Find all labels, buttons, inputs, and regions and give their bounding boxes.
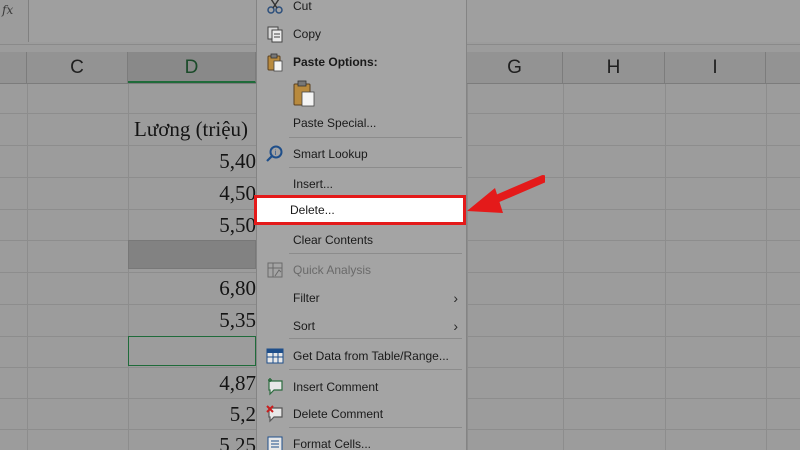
copy-icon (265, 24, 285, 44)
menu-item-cut[interactable]: Cut (257, 0, 466, 19)
menu-item-label: Sort (293, 319, 316, 333)
filled-gray-cell[interactable] (128, 240, 256, 269)
menu-item-insert[interactable]: Insert... (257, 171, 466, 197)
cell-d-value[interactable]: 5,2 (128, 399, 256, 429)
cell-d-value[interactable]: 5,50 (128, 210, 256, 240)
menu-item-label: Copy (293, 27, 322, 41)
cell-d-value[interactable]: 6,80 (128, 273, 256, 303)
menu-item-smart-lookup[interactable]: i Smart Lookup (257, 141, 466, 167)
menu-separator (289, 167, 462, 168)
grid-line (665, 84, 666, 450)
column-header-c[interactable]: C (27, 52, 128, 83)
column-header-j[interactable] (766, 52, 800, 83)
format-cells-icon (265, 434, 285, 450)
select-all-corner[interactable] (0, 52, 27, 83)
grid-line (467, 84, 468, 450)
cell-d-value[interactable]: 5,25 (128, 430, 256, 450)
paste-button[interactable] (289, 79, 319, 109)
quick-analysis-icon (265, 260, 285, 280)
menu-item-insert-comment[interactable]: Insert Comment (257, 374, 466, 400)
menu-separator (289, 137, 462, 138)
column-header-g[interactable]: G (467, 52, 563, 83)
menu-separator (289, 253, 462, 254)
context-menu: Cut Copy Paste Options: Paste Special...… (256, 0, 467, 450)
menu-item-label: Filter (293, 291, 320, 305)
menu-item-delete-label: Delete... (290, 203, 335, 217)
menu-item-clear-contents[interactable]: Clear Contents (257, 227, 466, 253)
magnifier-icon: i (265, 144, 285, 164)
menu-item-label: Paste Special... (293, 116, 377, 130)
menu-item-label: Cut (293, 0, 312, 13)
chevron-right-icon: › (453, 318, 458, 334)
grid-line (766, 84, 767, 450)
chevron-right-icon: › (453, 290, 458, 306)
cell-d-value[interactable]: 4,50 (128, 178, 256, 208)
cell-d-header[interactable]: Lương (triệu) (128, 114, 256, 144)
grid-line (27, 84, 28, 450)
menu-separator (289, 369, 462, 370)
menu-item-label: Delete Comment (293, 407, 384, 421)
clipboard-icon (265, 52, 285, 72)
clipboard-icon (293, 80, 315, 107)
menu-item-label: Clear Contents (293, 233, 374, 247)
table-icon (265, 346, 285, 366)
menu-item-label: Format Cells... (293, 437, 372, 450)
menu-item-label: Paste Options: (293, 55, 378, 69)
menu-item-label: Insert... (293, 177, 334, 191)
menu-item-format-cells[interactable]: Format Cells... (257, 431, 466, 450)
column-header-h[interactable]: H (563, 52, 665, 83)
menu-item-paste-special[interactable]: Paste Special... (257, 110, 466, 136)
grid-line (563, 84, 564, 450)
menu-item-delete[interactable] (254, 195, 466, 225)
menu-separator (289, 427, 462, 428)
cell-d-value[interactable]: 5,40 (128, 146, 256, 176)
menu-item-sort[interactable]: Sort › (257, 313, 466, 339)
menu-item-delete-comment[interactable]: Delete Comment (257, 401, 466, 427)
column-header-d[interactable]: D (128, 52, 256, 83)
menu-item-quick-analysis: Quick Analysis (257, 257, 466, 283)
svg-text:i: i (275, 149, 277, 157)
menu-separator (289, 338, 462, 339)
menu-item-label: Get Data from Table/Range... (293, 349, 449, 363)
menu-item-label: Quick Analysis (293, 263, 372, 277)
fx-icon[interactable]: fx (2, 2, 22, 18)
menu-item-filter[interactable]: Filter › (257, 285, 466, 311)
comment-delete-icon (265, 404, 285, 424)
column-header-i[interactable]: I (665, 52, 766, 83)
excel-window: fx C D G H I Lương (triệu) 5,40 4,50 5,5… (0, 0, 800, 450)
cell-d-value[interactable]: 5,35 (128, 305, 256, 335)
selected-cell[interactable] (128, 336, 256, 366)
comment-add-icon (265, 377, 285, 397)
menu-item-copy[interactable]: Copy (257, 21, 466, 47)
menu-item-paste-options: Paste Options: (257, 49, 466, 75)
cell-d-value[interactable]: 4,87 (128, 368, 256, 398)
menu-item-label: Insert Comment (293, 380, 379, 394)
scissors-icon (265, 0, 285, 16)
red-arrow-pointer (467, 175, 545, 213)
menu-item-get-data[interactable]: Get Data from Table/Range... (257, 343, 466, 369)
menu-item-label: Smart Lookup (293, 147, 368, 161)
